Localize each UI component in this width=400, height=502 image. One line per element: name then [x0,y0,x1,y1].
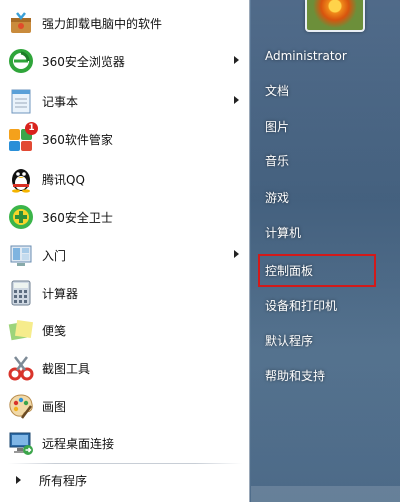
program-label: 画图 [42,399,67,414]
program-label: 远程桌面连接 [42,436,115,451]
place-documents[interactable]: 文档 [257,76,395,104]
place-help-and-support[interactable]: 帮助和支持 [257,361,395,389]
360-browser-icon [6,46,36,76]
submenu-arrow-icon [234,96,239,104]
360-software-manager-icon: 1 [6,122,38,154]
program-qq[interactable]: 腾讯QQ [4,161,247,197]
program-label: 入门 [42,248,67,263]
program-label: 记事本 [42,94,79,109]
program-remote-desktop[interactable]: 远程桌面连接 [4,425,247,461]
place-computer[interactable]: 计算机 [257,218,395,246]
program-label: 截图工具 [42,361,91,376]
360-security-guard-icon [6,202,36,232]
program-uninstall[interactable]: 强力卸载电脑中的软件 [4,5,247,41]
snipping-tool-icon [6,353,36,383]
place-pictures[interactable]: 图片 [257,112,395,140]
program-notepad[interactable]: 记事本 [4,83,247,119]
program-360-browser[interactable]: 360安全浏览器 [4,43,247,79]
program-calculator[interactable]: 计算器 [4,275,247,311]
program-label: 便笺 [42,323,67,338]
submenu-arrow-icon [234,56,239,64]
sticky-notes-icon [6,315,36,345]
submenu-arrow-icon [234,250,239,258]
program-sticky-notes[interactable]: 便笺 [4,312,247,348]
place-music[interactable]: 音乐 [257,146,395,174]
program-360-software-manager[interactable]: 1 360软件管家 [4,121,247,157]
place-default-programs[interactable]: 默认程序 [257,326,395,354]
all-programs-arrow-icon [16,476,21,484]
place-devices-and-printers[interactable]: 设备和打印机 [257,291,395,319]
places-bottom-strip [251,486,400,502]
program-360-security-guard[interactable]: 360安全卫士 [4,199,247,235]
place-games[interactable]: 游戏 [257,183,395,211]
program-label: 360软件管家 [42,132,113,147]
all-programs-button[interactable]: 所有程序 [4,467,247,493]
place-administrator[interactable]: Administrator [257,42,395,70]
program-label: 腾讯QQ [42,172,85,187]
uninstall-box-icon [6,8,36,38]
paint-palette-icon [6,391,36,421]
all-programs-label: 所有程序 [39,473,88,488]
program-label: 强力卸载电脑中的软件 [42,16,163,31]
notepad-icon [6,86,36,116]
place-control-panel[interactable]: 控制面板 [257,256,395,284]
getting-started-icon [6,240,36,270]
user-photo-flower-icon[interactable] [305,0,365,32]
separator [8,463,242,464]
remote-desktop-icon [6,428,36,458]
notification-badge: 1 [25,122,38,135]
qq-penguin-icon [6,164,36,194]
program-label: 计算器 [42,286,79,301]
calculator-icon [6,278,36,308]
program-paint[interactable]: 画图 [4,388,247,424]
program-snipping-tool[interactable]: 截图工具 [4,350,247,386]
program-label: 360安全浏览器 [42,54,125,69]
program-getting-started[interactable]: 入门 [4,237,247,273]
program-label: 360安全卫士 [42,210,113,225]
